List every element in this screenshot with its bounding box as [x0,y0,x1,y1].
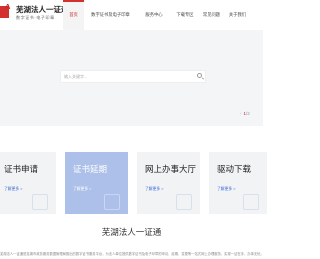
nav-item-about[interactable]: 关于我们 [224,0,251,30]
search-input[interactable] [64,71,184,82]
card-certificate-apply[interactable]: 证书申请 了解更多 > [0,152,56,214]
search-icon[interactable] [197,73,202,78]
card-certificate-renewal[interactable]: 证书延期 了解更多 > [65,152,128,214]
card-decoration-icon [243,194,259,210]
nav-item-label: 下载专区 [176,12,194,17]
card-title: 证书申请 [4,164,39,174]
pager-total: 2 [247,111,250,116]
card-title: 网上办事大厅 [145,164,197,174]
logo-text: A [5,2,11,11]
main-nav: 首页 数字证书及电子印章 服务中心 下载专区 常见问题 关于我们 [63,0,251,30]
card-more-link[interactable]: 了解更多 > [4,187,22,192]
card-decoration-icon [104,194,120,210]
card-more-link[interactable]: 了解更多 > [217,187,235,192]
nav-item-label: 关于我们 [228,12,247,17]
site-name[interactable]: 芜湖法人一证通 [16,4,69,15]
card-more-link[interactable]: 了解更多 > [73,187,91,192]
card-driver-download[interactable]: 驱动下载 了解更多 > [209,152,267,214]
section-title: 芜湖法人一证通 [101,227,162,237]
nav-item-faq[interactable]: 常见问题 [199,0,224,30]
nav-item-label: 常见问题 [202,12,221,17]
nav-item-home[interactable]: 首页 [63,0,84,30]
card-decoration-icon [32,194,48,210]
card-online-hall[interactable]: 网上办事大厅 了解更多 > [137,152,200,214]
service-cards: 证书申请 了解更多 > 证书延期 了解更多 > 网上办事大厅 了解更多 > 驱动… [0,152,267,214]
card-decoration-icon [176,194,192,210]
site-header: A 芜湖法人一证通 数字证书·电子印章 首页 数字证书及电子印章 服务中心 下载… [0,0,263,30]
banner-pager: ‹ 1/2 [240,111,250,116]
nav-item-downloads[interactable]: 下载专区 [171,0,199,30]
nav-item-label: 数字证书及电子印章 [91,12,130,17]
intro-text: 芜湖法人一证通是芜湖市政务服务数据管理局推出的数字证书服务平台，为法人单位提供数… [0,252,263,256]
site-subtitle: 数字证书·电子印章 [16,15,55,20]
nav-item-service-center[interactable]: 服务中心 [137,0,171,30]
search-box [60,70,206,83]
nav-item-certificates[interactable]: 数字证书及电子印章 [84,0,137,30]
nav-item-label: 服务中心 [145,12,163,17]
card-title: 驱动下载 [217,164,252,174]
pager-prev-icon[interactable]: ‹ [240,111,242,116]
nav-item-label: 首页 [69,12,78,17]
card-title: 证书延期 [73,164,108,174]
card-more-link[interactable]: 了解更多 > [145,187,163,192]
